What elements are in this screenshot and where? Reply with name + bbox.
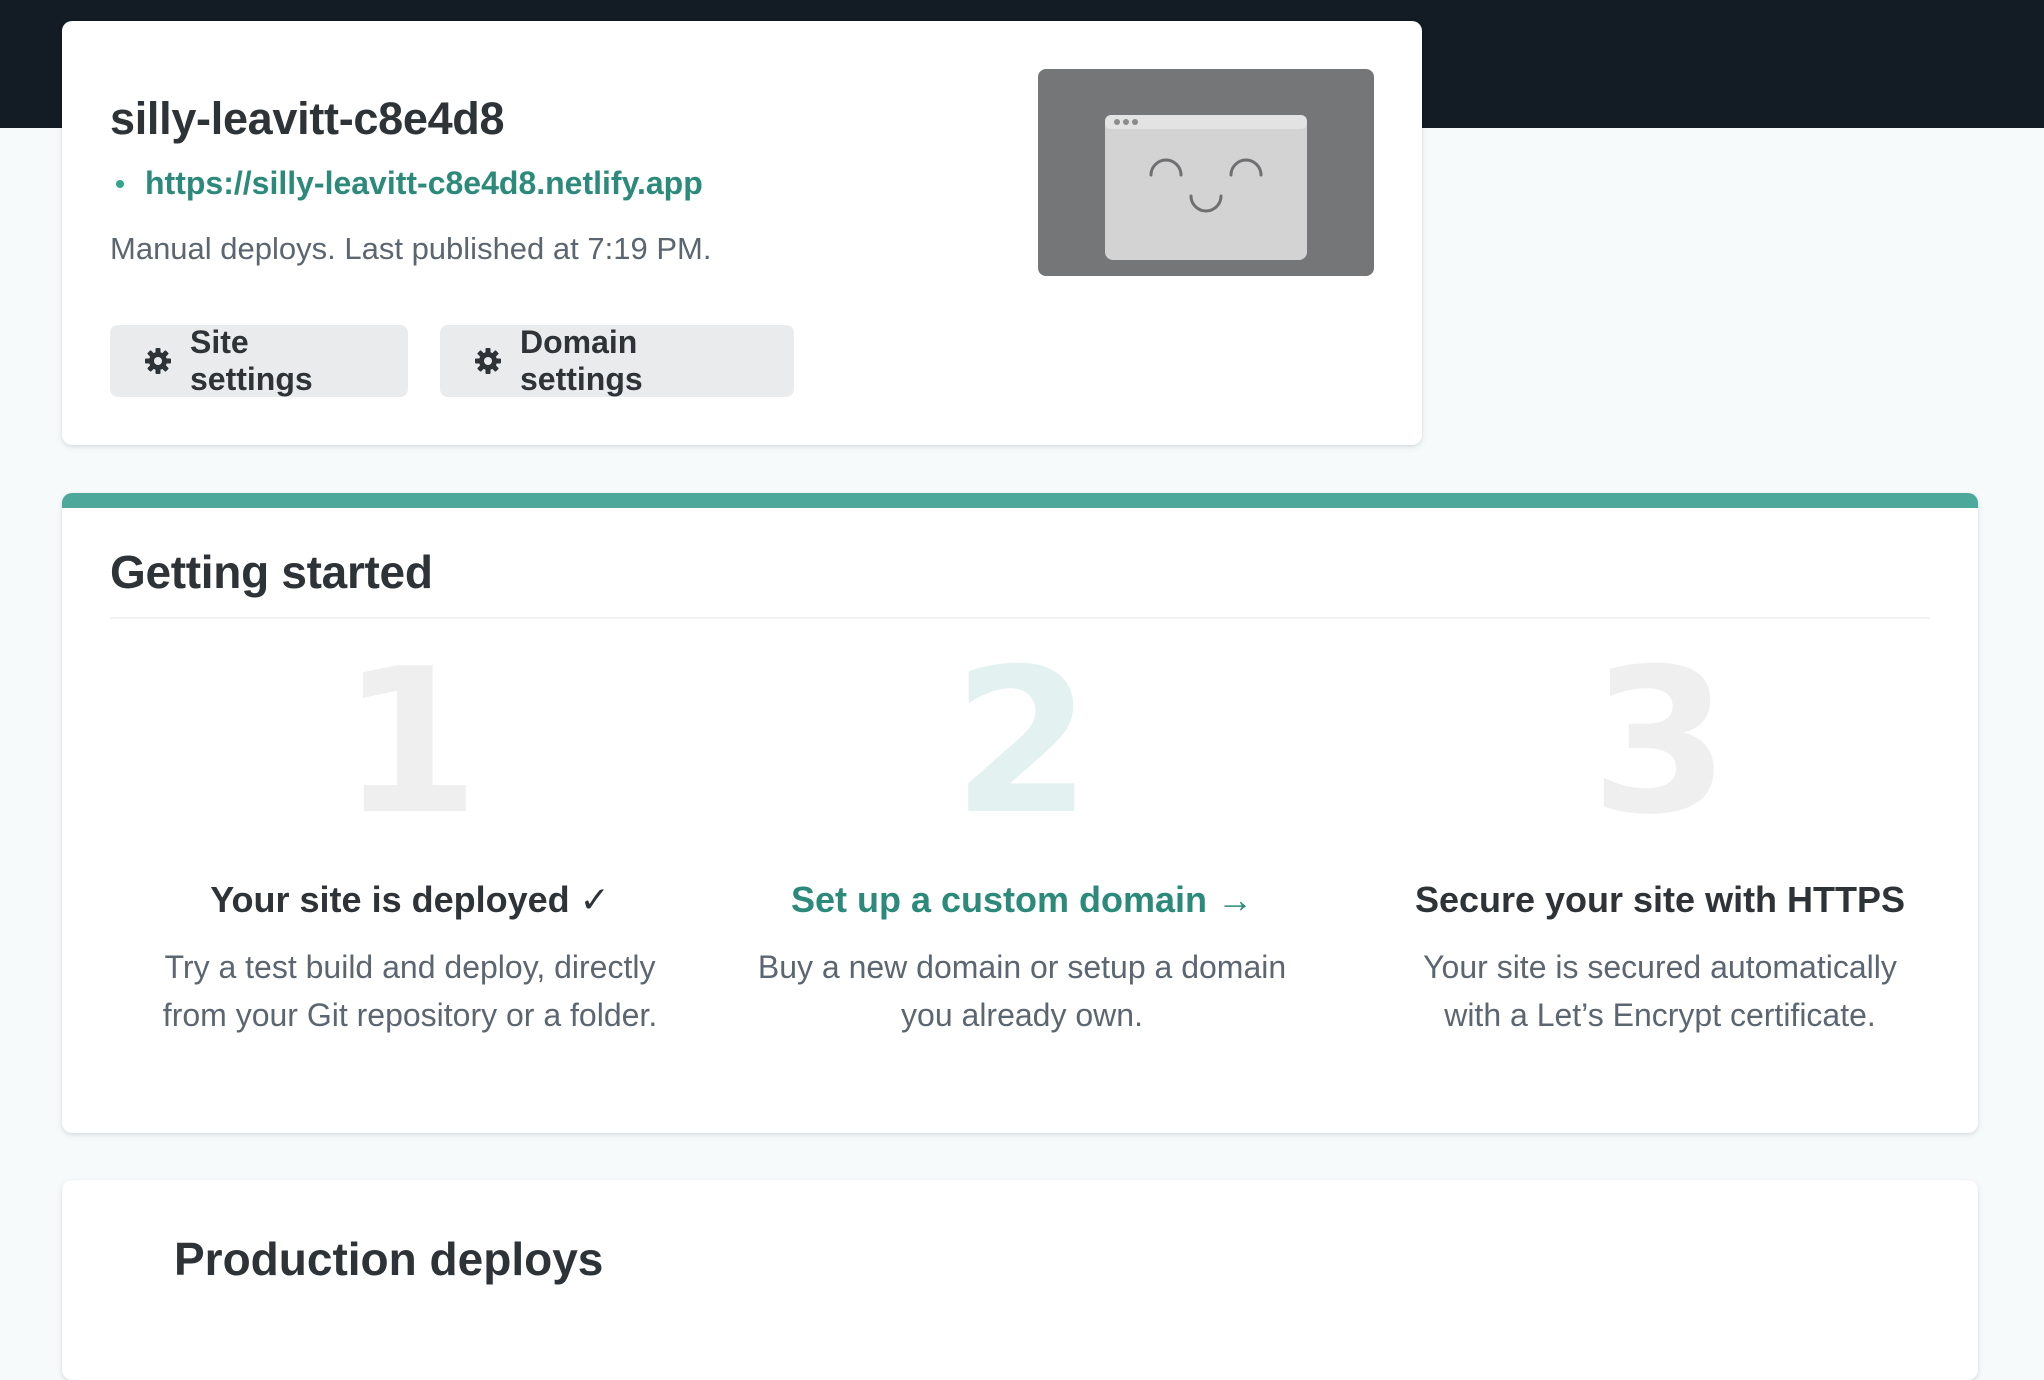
step-number: 1 — [340, 626, 480, 859]
divider — [110, 617, 1930, 619]
site-preview-thumbnail[interactable] — [1038, 69, 1374, 276]
bullet-icon — [116, 179, 124, 188]
step-2: 2 Set up a custom domain → Buy a new dom… — [702, 626, 1342, 1039]
getting-started-card: Getting started 1 Your site is deployed … — [62, 493, 1978, 1133]
step-description: Buy a new domain or setup a domain you a… — [702, 943, 1342, 1039]
step-description-line: Your site is secured automatically — [1423, 949, 1897, 985]
gear-icon — [144, 347, 172, 375]
custom-domain-link[interactable]: Set up a custom domain → — [702, 879, 1342, 921]
step-description-line: Buy a new domain or setup a domain — [757, 949, 1287, 985]
domain-settings-label: Domain settings — [520, 324, 643, 397]
gear-icon — [474, 347, 502, 375]
production-deploys-title: Production deploys — [174, 1233, 604, 1285]
site-preview-placeholder-icon — [1105, 115, 1307, 260]
step-number: 2 — [952, 626, 1092, 859]
step-description: Try a test build and deploy, directly fr… — [110, 943, 710, 1039]
step-1: 1 Your site is deployed ✓ Try a test bui… — [110, 626, 710, 1039]
production-deploys-card: Production deploys — [62, 1180, 1978, 1380]
site-settings-button[interactable]: Site settings — [110, 324, 408, 397]
step-number: 3 — [1590, 626, 1730, 859]
step-description-line: with a Let’s Encrypt certificate. — [1444, 997, 1876, 1033]
site-settings-label: Site settings — [190, 324, 313, 397]
step-description: Your site is secured automatically with … — [1340, 943, 1978, 1039]
domain-settings-button[interactable]: Domain settings — [440, 324, 794, 397]
getting-started-title: Getting started — [110, 546, 433, 598]
step-title: Your site is deployed ✓ — [210, 879, 610, 920]
site-overview-card: silly-leavitt-c8e4d8 https://silly-leavi… — [62, 21, 1422, 445]
step-description-line: you already own. — [901, 997, 1143, 1033]
step-description-line: from your Git repository or a folder. — [162, 997, 658, 1033]
site-name: silly-leavitt-c8e4d8 — [110, 93, 505, 144]
site-url-row: https://silly-leavitt-c8e4d8.netlify.app — [110, 165, 703, 202]
step-description-line: Try a test build and deploy, directly — [164, 949, 656, 985]
accent-bar — [62, 493, 1978, 508]
step-3: 3 Secure your site with HTTPS Your site … — [1340, 626, 1978, 1039]
step-title: Secure your site with HTTPS — [1414, 879, 1906, 920]
site-url-link[interactable]: https://silly-leavitt-c8e4d8.netlify.app — [145, 165, 703, 202]
site-deploy-status: Manual deploys. Last published at 7:19 P… — [110, 231, 712, 266]
